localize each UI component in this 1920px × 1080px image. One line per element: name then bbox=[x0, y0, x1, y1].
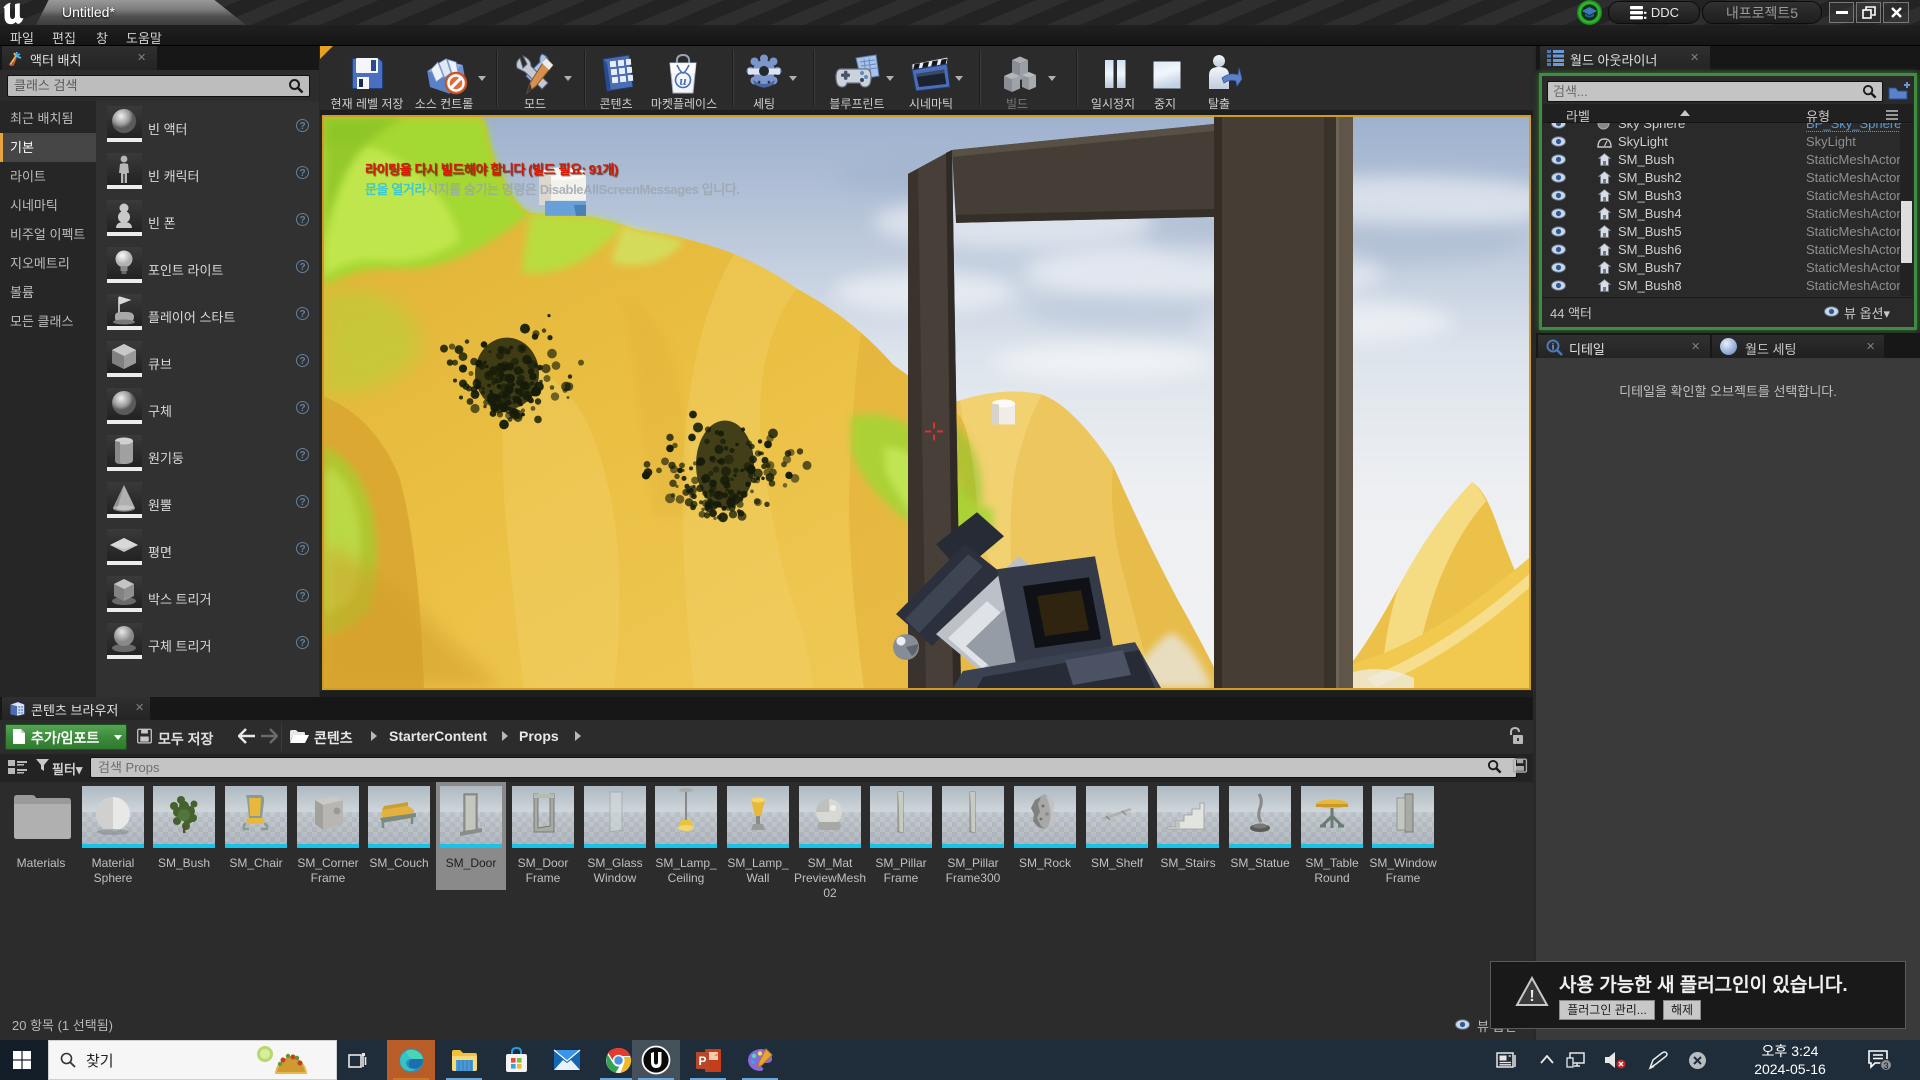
svg-text:u: u bbox=[679, 73, 686, 88]
svg-text:!: ! bbox=[1529, 988, 1534, 1005]
svg-text:P: P bbox=[698, 1054, 706, 1068]
svg-text:i: i bbox=[1552, 342, 1555, 352]
svg-text:3: 3 bbox=[1883, 1061, 1888, 1071]
